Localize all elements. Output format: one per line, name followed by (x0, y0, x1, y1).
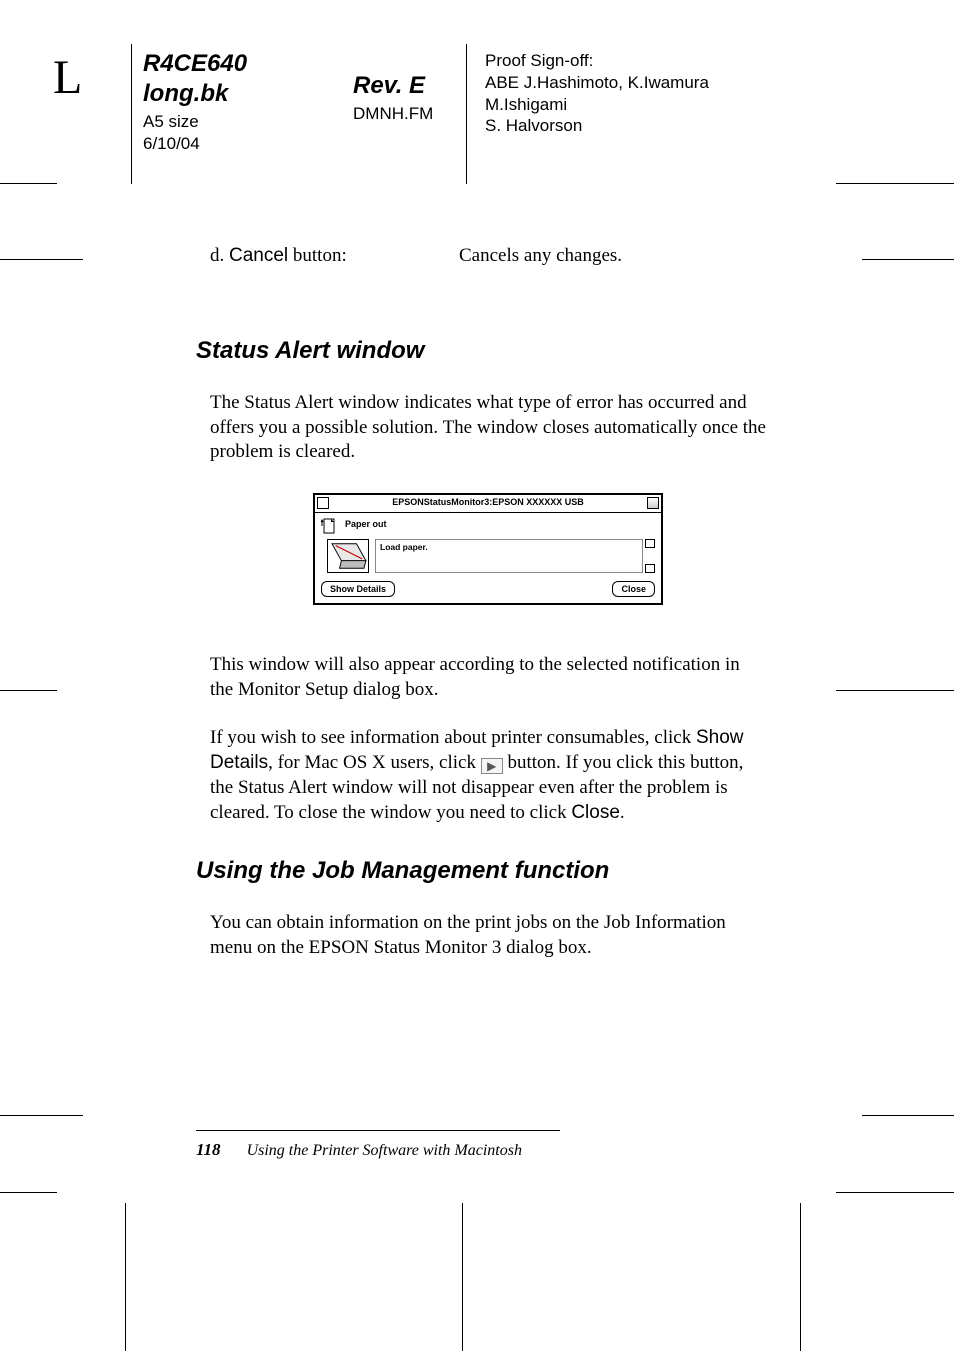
show-details-button[interactable]: Show Details (321, 581, 395, 597)
divider (466, 44, 467, 184)
item-letter: d. (210, 245, 229, 266)
side-letter: L (53, 50, 82, 105)
close-button[interactable]: Close (612, 581, 655, 597)
paper-out-icon (321, 517, 339, 537)
crop-mark (0, 183, 57, 184)
crop-mark (125, 1203, 126, 1351)
page-footer: 118 Using the Printer Software with Maci… (196, 1140, 522, 1160)
window-title: EPSONStatusMonitor3:EPSON XXXXXX USB (315, 497, 661, 507)
page-number: 118 (196, 1140, 221, 1159)
text-run: . (620, 802, 625, 823)
item-label: d. Cancel button: (210, 245, 455, 267)
section-heading: Status Alert window (196, 337, 766, 365)
doc-file: long.bk (143, 80, 343, 108)
section-heading: Using the Job Management function (196, 857, 766, 885)
doc-rev: Rev. E (353, 72, 503, 100)
scroll-down-icon[interactable] (645, 564, 655, 573)
alert-message: Load paper. (375, 539, 643, 573)
crop-mark (836, 1192, 954, 1193)
header-col-2: Rev. E DMNH.FM (353, 72, 503, 124)
body-paragraph: The Status Alert window indicates what t… (210, 391, 766, 465)
page-body: d. Cancel button: Cancels any changes. S… (210, 245, 766, 985)
crop-mark (462, 1203, 463, 1351)
crop-mark (0, 259, 83, 260)
window-content: Paper out Load paper. (315, 513, 661, 575)
proof-signoff-label: Proof Sign-off: (485, 50, 845, 72)
crop-mark (836, 690, 954, 691)
figure: EPSONStatusMonitor3:EPSON XXXXXX USB Pap… (313, 493, 663, 605)
header-col-1: R4CE640 long.bk A5 size 6/10/04 (143, 50, 343, 154)
doc-date: 6/10/04 (143, 134, 343, 154)
header-col-3: Proof Sign-off: ABE J.Hashimoto, K.Iwamu… (485, 50, 845, 137)
doc-code: R4CE640 (143, 50, 343, 78)
body-paragraph: This window will also appear according t… (210, 653, 766, 702)
crop-mark (0, 1192, 57, 1193)
body-paragraph: You can obtain information on the print … (210, 911, 766, 960)
divider (131, 44, 132, 184)
item-suffix: button: (288, 245, 347, 266)
window-titlebar: EPSONStatusMonitor3:EPSON XXXXXX USB (315, 495, 661, 513)
text-run: If you wish to see information about pri… (210, 727, 696, 748)
body-paragraph: If you wish to see information about pri… (210, 726, 766, 825)
proof-signoff-name: ABE J.Hashimoto, K.Iwamura (485, 72, 845, 94)
doc-header: L R4CE640 long.bk A5 size 6/10/04 Rev. E… (53, 44, 836, 184)
proof-signoff-name: M.Ishigami (485, 94, 845, 116)
list-item-d: d. Cancel button: Cancels any changes. (210, 245, 766, 267)
paper-tray-icon (327, 539, 369, 573)
alert-status: Paper out (345, 517, 387, 529)
triangle-right-icon: ▶ (481, 758, 503, 774)
ui-term: Cancel (229, 245, 288, 266)
footer-rule (196, 1130, 560, 1131)
alert-window: EPSONStatusMonitor3:EPSON XXXXXX USB Pap… (313, 493, 663, 605)
chapter-title: Using the Printer Software with Macintos… (247, 1142, 522, 1159)
ui-term: Close (571, 802, 620, 823)
scrollbar[interactable] (645, 539, 655, 573)
crop-mark (0, 1115, 83, 1116)
doc-size: A5 size (143, 112, 343, 132)
text-run: , for Mac OS X users, click (268, 752, 481, 773)
crop-mark (800, 1203, 801, 1351)
crop-mark (862, 259, 954, 260)
crop-mark (836, 183, 954, 184)
crop-mark (862, 1115, 954, 1116)
doc-fm: DMNH.FM (353, 104, 503, 124)
scroll-up-icon[interactable] (645, 539, 655, 548)
crop-mark (0, 690, 57, 691)
proof-signoff-name: S. Halvorson (485, 115, 845, 137)
zoom-box-icon[interactable] (647, 497, 659, 509)
item-desc: Cancels any changes. (459, 245, 749, 267)
